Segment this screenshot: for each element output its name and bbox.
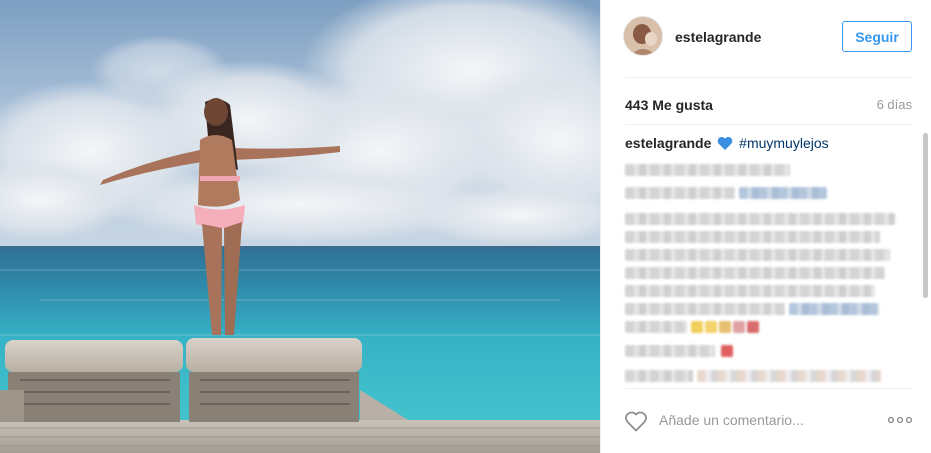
blurred-comment-line [625,231,880,243]
post-time[interactable]: 6 días [877,97,912,112]
post-detail-panel: estelagrande Seguir 443 Me gusta 6 días … [600,0,931,453]
blue-heart-icon [717,136,733,154]
username-link[interactable]: estelagrande [675,29,761,45]
post-photo[interactable] [0,0,600,453]
caption-author-link[interactable]: estelagrande [625,135,711,151]
blurred-comment-line [625,213,895,225]
blurred-emoji [719,321,731,333]
caption: estelagrande #muymuylejos [625,135,829,154]
blurred-comment-line [625,267,885,279]
divider [625,388,913,389]
divider [625,77,913,78]
beach-photo-image [0,0,600,453]
blurred-comment-line [625,345,715,357]
blurred-emoji [705,321,717,333]
likes-count[interactable]: 443 Me gusta [625,97,713,113]
blurred-emoji [747,321,759,333]
hashtag-link[interactable]: #muymuylejos [739,135,828,151]
blurred-comment-line [625,164,790,176]
blurred-comment-line [697,370,881,382]
blurred-comment-line [625,303,785,315]
ellipsis-icon[interactable] [885,412,915,428]
post-header: estelagrande Seguir [601,0,931,77]
heart-outline-icon[interactable] [624,410,648,432]
blurred-comment-line [625,187,735,199]
blurred-comment-line [625,370,693,382]
blurred-emoji [733,321,745,333]
blurred-comment-line [625,321,687,333]
blurred-emoji [721,345,733,357]
blurred-mention [739,187,827,199]
blurred-comment-line [625,285,875,297]
comments-scrollbar-thumb[interactable] [923,133,928,298]
blurred-emoji [691,321,703,333]
blurred-comment-line [625,249,890,261]
post-stats: 443 Me gusta 6 días [601,97,931,117]
avatar[interactable] [623,16,663,56]
comment-bar [601,400,931,440]
avatar-image [624,17,662,55]
comments-list: estelagrande #muymuylejos [601,125,931,387]
blurred-mention [789,303,879,315]
comment-input[interactable] [659,409,869,431]
follow-button[interactable]: Seguir [842,21,912,52]
